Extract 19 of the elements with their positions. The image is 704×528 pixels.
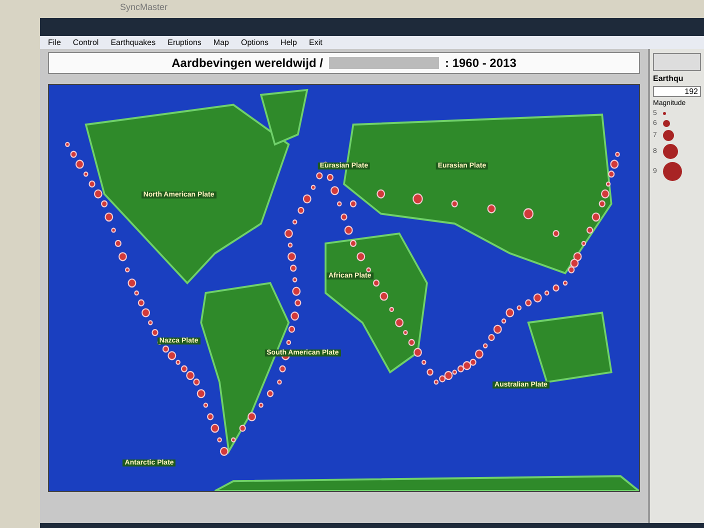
magnitude-circle-icon — [662, 120, 670, 127]
magnitude-circle-icon — [662, 130, 674, 141]
panel-button[interactable] — [653, 53, 701, 71]
title-years: : 1960 - 2013 — [444, 56, 516, 70]
menu-item[interactable]: Help — [280, 38, 297, 47]
monitor-brand-label: SyncMaster — [119, 1, 169, 14]
title-text: Aardbevingen wereldwijd / — [172, 56, 323, 70]
menu-item[interactable]: Options — [240, 38, 269, 47]
menu-item[interactable]: File — [48, 38, 61, 47]
year-field[interactable]: 192 — [653, 86, 701, 97]
magnitude-circle-icon — [662, 112, 666, 115]
magnitude-circle-icon — [662, 162, 682, 181]
panel-heading: Earthqu — [653, 74, 684, 83]
menu-item[interactable]: Eruptions — [168, 38, 202, 47]
magnitude-circle-icon — [662, 144, 678, 159]
menu-item[interactable]: Exit — [309, 38, 322, 47]
menu-item[interactable]: Earthquakes — [110, 38, 156, 47]
menu-item[interactable]: Control — [72, 38, 99, 47]
menu-item[interactable]: Map — [213, 38, 229, 47]
